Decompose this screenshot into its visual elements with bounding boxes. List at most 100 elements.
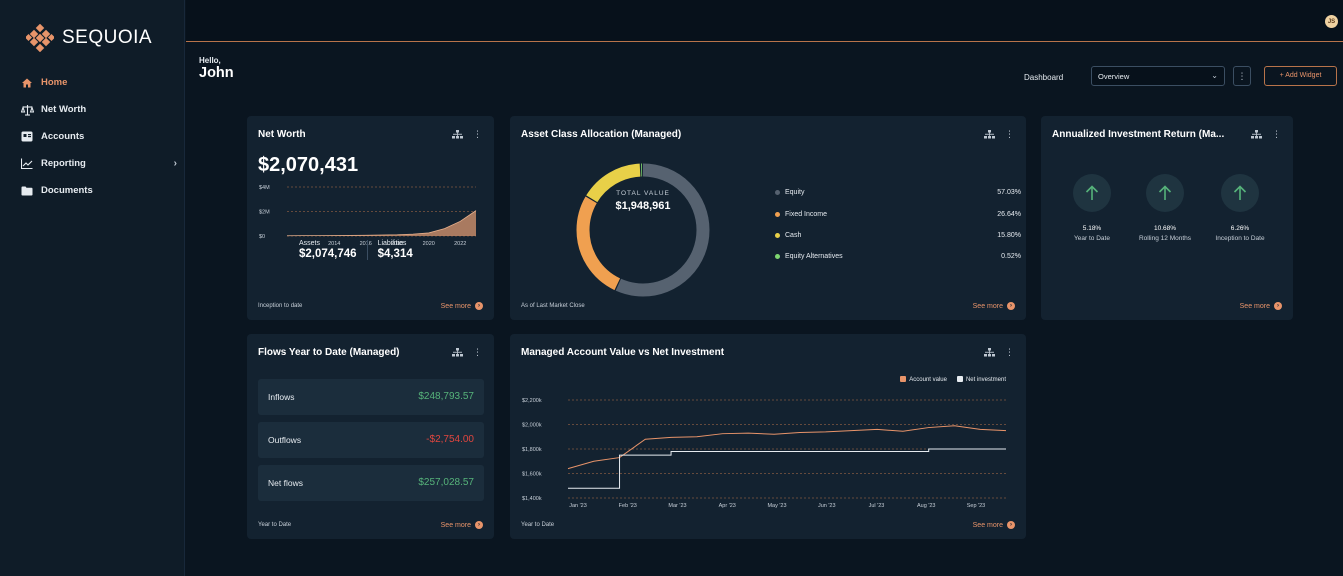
see-more-label: See more [440, 521, 471, 529]
kebab-menu-icon[interactable]: ⋮ [473, 347, 482, 358]
return-value: 5.18% [1082, 225, 1102, 232]
legend-item-net-investment[interactable]: Net investment [956, 376, 1006, 383]
see-more-link[interactable]: See more › [1240, 302, 1282, 310]
chevron-down-icon: ⌄ [1211, 71, 1218, 80]
flow-value: -$2,754.00 [426, 434, 474, 445]
flow-row-net: Net flows $257,028.57 [258, 465, 484, 501]
legend-item[interactable]: Fixed Income 26.64% [775, 211, 1021, 218]
liabilities-label: Liabilities [377, 240, 407, 247]
sequoia-logo-icon [26, 24, 54, 52]
net-worth-value: $2,070,431 [258, 154, 359, 176]
dashboard-select[interactable]: Overview ⌄ [1091, 66, 1225, 86]
dashboard-select-value: Overview [1098, 72, 1130, 81]
x-tick-label: Sep '23 [967, 503, 985, 509]
hierarchy-icon[interactable] [452, 348, 463, 357]
hierarchy-icon[interactable] [452, 130, 463, 139]
home-icon [20, 76, 34, 90]
sidebar-nav: Home Net Worth Accounts Reporting › Docu… [0, 69, 185, 204]
kebab-menu-icon[interactable]: ⋮ [1005, 347, 1014, 358]
net-worth-card: Net Worth ⋮ $2,070,431 $4M $2M $0 2014 2016 2… [247, 116, 494, 320]
x-tick-label: Jan '23 [569, 503, 587, 509]
arrow-right-icon: › [1007, 521, 1015, 529]
legend-item[interactable]: Cash 15.80% [775, 232, 1021, 239]
legend-item[interactable]: Equity Alternatives 0.52% [775, 253, 1021, 260]
see-more-link[interactable]: See more › [441, 302, 483, 310]
card-footer-label: Year to Date [521, 522, 555, 528]
sidebar-item-reporting[interactable]: Reporting › [0, 150, 185, 177]
user-avatar[interactable]: JS [1325, 15, 1338, 28]
flows-card: Flows Year to Date (Managed) ⋮ Inflows $… [247, 334, 494, 539]
chart-line-icon [20, 157, 34, 171]
sidebar-item-label: Net Worth [41, 104, 87, 115]
see-more-link[interactable]: See more › [973, 302, 1015, 310]
see-more-link[interactable]: See more › [441, 521, 483, 529]
hierarchy-icon[interactable] [984, 348, 995, 357]
arrow-up-icon [1221, 174, 1259, 212]
kebab-menu-icon[interactable]: ⋮ [1005, 129, 1014, 140]
folder-icon [20, 184, 34, 198]
card-title: Managed Account Value vs Net Investment [521, 347, 725, 358]
legend-item[interactable]: Equity 57.03% [775, 189, 1021, 196]
brand-logo[interactable]: SEQUOIA [26, 24, 152, 52]
see-more-link[interactable]: See more › [973, 521, 1015, 529]
dashboard-menu-button[interactable]: ⋮ [1233, 66, 1251, 86]
card-title: Net Worth [258, 129, 306, 140]
see-more-label: See more [440, 302, 471, 310]
add-widget-button[interactable]: + Add Widget [1264, 66, 1337, 86]
donut-center-value: $1,948,961 [615, 200, 671, 212]
legend-dot [775, 233, 780, 238]
card-footer-label: As of Last Market Close [521, 303, 585, 309]
kebab-menu-icon[interactable]: ⋮ [473, 129, 482, 140]
x-tick-label: Mar '23 [668, 503, 686, 509]
flow-row-inflows: Inflows $248,793.57 [258, 379, 484, 415]
y-tick-label: $1,400k [522, 496, 542, 502]
assets-value: $2,074,746 [299, 248, 357, 260]
legend-dot [775, 190, 780, 195]
y-tick-label: $2M [259, 210, 270, 216]
greeting-name: John [199, 65, 234, 81]
legend-percent: 57.03% [997, 189, 1021, 196]
scale-icon [20, 103, 34, 117]
card-footer-label: Inception to date [258, 303, 303, 309]
x-tick-label: Jul '23 [869, 503, 885, 509]
hierarchy-icon[interactable] [1251, 130, 1262, 139]
return-item-inception: 6.26% Inception to Date [1215, 174, 1265, 242]
legend-label: Equity Alternatives [785, 253, 843, 260]
x-tick-label: 2020 [423, 241, 435, 247]
y-tick-label: $2,000k [522, 423, 542, 429]
net-worth-area [287, 210, 476, 236]
legend-dot [775, 212, 780, 217]
y-tick-label: $0 [259, 234, 265, 240]
legend-percent: 0.52% [1001, 253, 1021, 260]
flow-label: Inflows [268, 392, 295, 402]
arrow-up-icon [1146, 174, 1184, 212]
legend-dot [775, 254, 780, 259]
series-line-account-value [567, 425, 1007, 470]
card-footer-label: Year to Date [258, 522, 292, 528]
greeting-hello: Hello, [199, 56, 221, 65]
arrow-right-icon: › [475, 302, 483, 310]
x-tick-label: 2022 [454, 241, 466, 247]
sidebar-item-accounts[interactable]: Accounts [0, 123, 185, 150]
see-more-label: See more [1239, 302, 1270, 310]
legend-item-account-value[interactable]: Account value [900, 376, 947, 383]
arrow-right-icon: › [1274, 302, 1282, 310]
sidebar-item-label: Accounts [41, 131, 85, 142]
return-item-ytd: 5.18% Year to Date [1069, 174, 1115, 242]
sidebar-item-documents[interactable]: Documents [0, 177, 185, 204]
brand-name: SEQUOIA [62, 27, 153, 48]
managed-value-chart: $2,200k $2,000k $1,800k $1,600k $1,400k Jan '… [522, 398, 1007, 509]
legend-percent: 15.80% [997, 232, 1021, 239]
sidebar-item-net-worth[interactable]: Net Worth [0, 96, 185, 123]
legend-percent: 26.64% [997, 211, 1021, 218]
return-label: Rolling 12 Months [1138, 235, 1192, 242]
sidebar-item-home[interactable]: Home [0, 69, 185, 96]
sidebar-item-label: Reporting [41, 158, 86, 169]
return-value: 6.26% [1230, 225, 1250, 232]
card-title: Asset Class Allocation (Managed) [521, 129, 682, 140]
kebab-menu-icon[interactable]: ⋮ [1272, 129, 1281, 140]
legend-label: Cash [785, 232, 802, 239]
dashboard-label: Dashboard [1024, 73, 1064, 82]
sidebar-item-label: Home [41, 77, 68, 88]
hierarchy-icon[interactable] [984, 130, 995, 139]
